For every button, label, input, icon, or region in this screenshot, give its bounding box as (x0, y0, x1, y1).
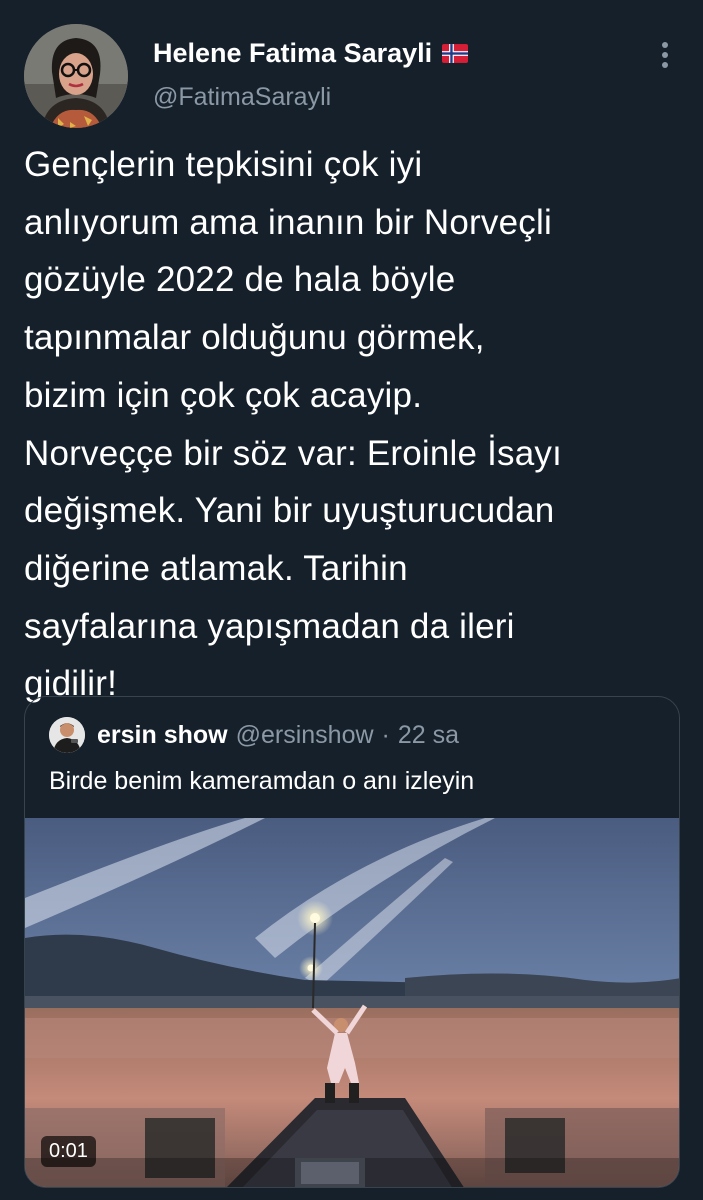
quoted-author-avatar[interactable] (49, 717, 85, 753)
quoted-video[interactable]: 0:01 (25, 818, 679, 1187)
tweet-text-line: Norveççe bir söz var: Eroinle İsayı (24, 433, 563, 473)
tweet-text-line: sayfalarına yapışmadan da ileri (24, 606, 515, 646)
author-name-row[interactable]: Helene Fatima Sarayli (153, 38, 469, 69)
tweet-text-line: diğerine atlamak. Tarihin (24, 548, 408, 588)
quoted-handle[interactable]: @ersinshow (236, 721, 374, 750)
author-avatar[interactable] (24, 24, 128, 128)
tweet-text: Gençlerin tepkisini çok iyi anlıyorum am… (24, 136, 684, 713)
tweet-text-line: değişmek. Yani bir uyuşturucudan (24, 491, 555, 531)
video-timestamp: 0:01 (41, 1136, 96, 1167)
quoted-tweet[interactable]: ersin show @ersinshow · 22 sa Birde beni… (24, 696, 680, 1188)
tweet-text-line: gözüyle 2022 de hala böyle (24, 260, 456, 300)
quoted-display-name[interactable]: ersin show (97, 721, 228, 750)
quoted-separator: · (381, 721, 390, 749)
tweet-text-line: Gençlerin tepkisini çok iyi (24, 145, 423, 184)
tweet-text-line: tapınmalar olduğunu görmek, (24, 318, 485, 358)
tweet-text-line: bizim için çok çok acayip. (24, 375, 423, 415)
tweet-text-line: anlıyorum ama inanın bir Norveçli (24, 202, 552, 242)
quoted-header: ersin show @ersinshow · 22 sa (97, 721, 459, 750)
quoted-timestamp[interactable]: 22 sa (398, 721, 459, 750)
author-handle[interactable]: @FatimaSarayli (153, 83, 331, 112)
tweet-card: Helene Fatima Sarayli @FatimaSarayli Gen… (0, 0, 703, 1200)
more-options-icon[interactable] (650, 38, 680, 72)
norway-flag-icon (442, 44, 469, 63)
quoted-text: Birde benim kameramdan o anı izleyin (49, 767, 475, 795)
author-display-name[interactable]: Helene Fatima Sarayli (153, 38, 432, 69)
